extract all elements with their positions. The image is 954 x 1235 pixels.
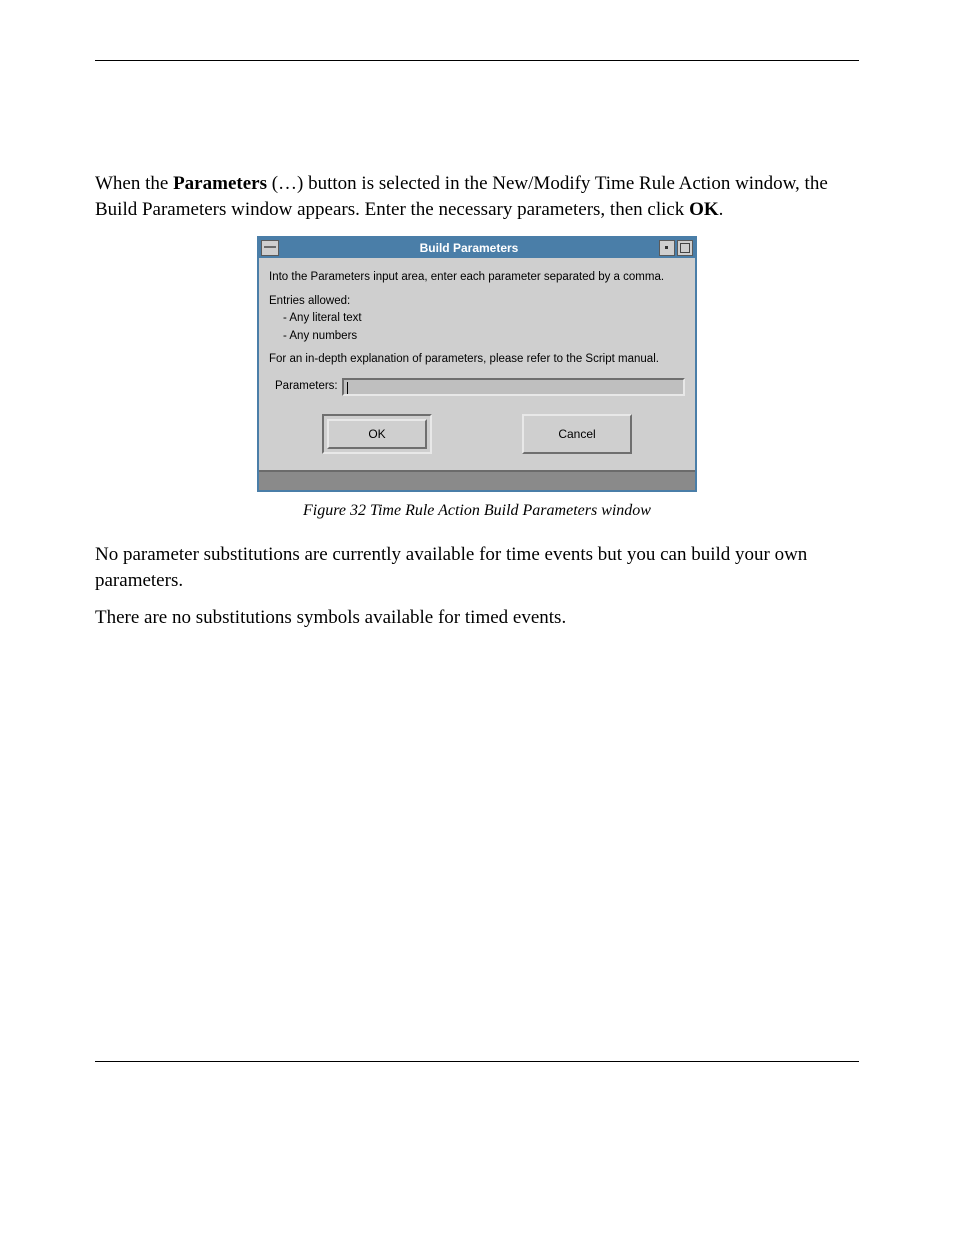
after-figure-paragraph-2: There are no substitutions symbols avail…: [95, 605, 859, 631]
parameters-input[interactable]: [342, 378, 685, 396]
parameters-label: Parameters:: [269, 379, 342, 395]
intro-text-post: .: [719, 199, 724, 220]
intro-bold-parameters: Parameters: [173, 173, 267, 194]
minimize-icon[interactable]: [659, 240, 675, 256]
entries-allowed-label: Entries allowed:: [269, 294, 685, 310]
dialog-instruction-1: Into the Parameters input area, enter ea…: [269, 270, 685, 286]
intro-text-pre: When the: [95, 173, 173, 194]
top-rule: [95, 60, 859, 61]
entries-allowed-item-1: - Any literal text: [269, 311, 685, 327]
maximize-icon[interactable]: [677, 240, 693, 256]
dialog-statusbar: [259, 470, 695, 490]
dialog-title: Build Parameters: [279, 241, 659, 255]
bottom-rule: [95, 1061, 859, 1062]
default-button-ring: OK: [322, 414, 432, 454]
parameters-row: Parameters:: [269, 378, 685, 396]
intro-bold-ok: OK: [689, 199, 719, 220]
figure-wrap: Build Parameters Into the Parameters inp…: [95, 236, 859, 492]
dialog-button-row: OK Cancel: [269, 414, 685, 454]
dialog-titlebar[interactable]: Build Parameters: [259, 238, 695, 258]
dialog-instruction-2: For an in-depth explanation of parameter…: [269, 352, 685, 368]
entries-allowed-item-2: - Any numbers: [269, 329, 685, 345]
dialog-body: Into the Parameters input area, enter ea…: [259, 258, 695, 490]
cancel-button[interactable]: Cancel: [522, 414, 632, 454]
ok-button-label: OK: [368, 426, 385, 442]
cancel-button-label: Cancel: [558, 426, 595, 442]
figure-caption: Figure 32 Time Rule Action Build Paramet…: [95, 502, 859, 520]
after-figure-paragraph-1: No parameter substitutions are currently…: [95, 542, 859, 593]
intro-paragraph: When the Parameters (…) button is select…: [95, 171, 859, 222]
ok-button[interactable]: OK: [327, 419, 427, 449]
window-menu-icon[interactable]: [261, 240, 279, 256]
dialog-window: Build Parameters Into the Parameters inp…: [257, 236, 697, 492]
